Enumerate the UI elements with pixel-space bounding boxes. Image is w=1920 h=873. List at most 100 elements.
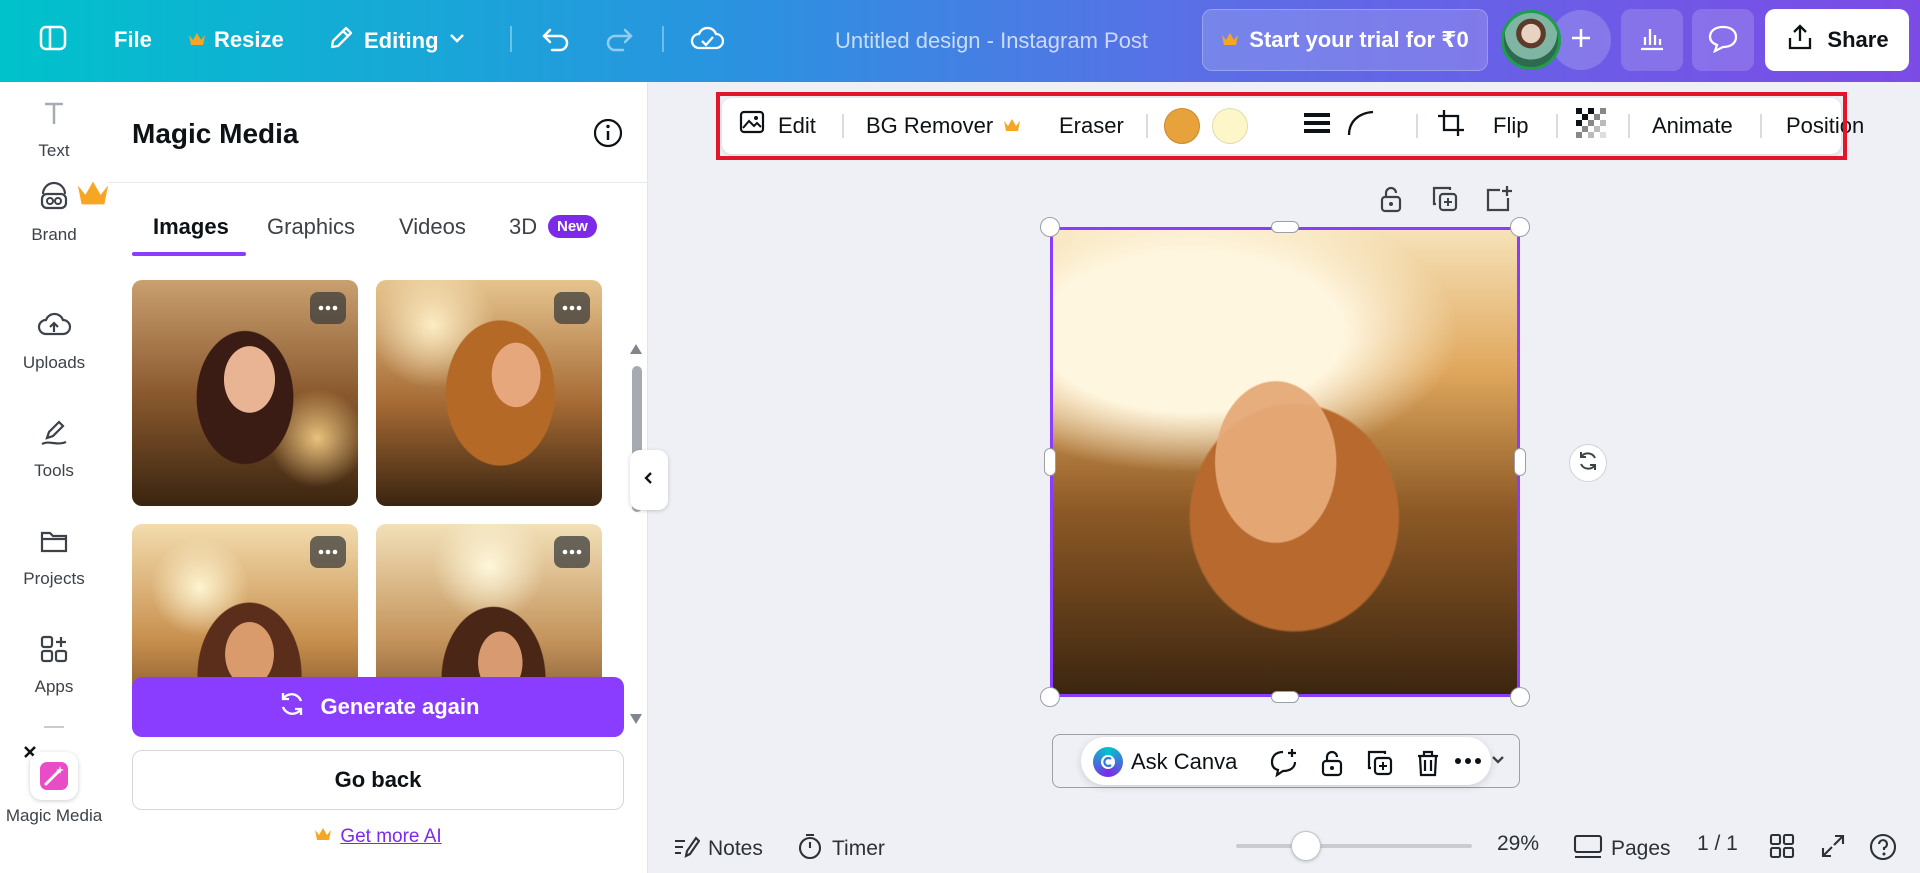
zoom-slider[interactable] [1236, 844, 1472, 848]
bar-chart-icon [1637, 23, 1667, 58]
file-menu-button[interactable]: File [114, 27, 152, 53]
page-counter: 1 / 1 [1697, 832, 1738, 856]
undo-icon[interactable] [540, 24, 572, 54]
notes-icon [672, 832, 701, 866]
divider [44, 726, 64, 728]
chevron-down-icon [447, 28, 467, 54]
zoom-level[interactable]: 29% [1497, 832, 1539, 856]
redo-icon[interactable] [603, 24, 635, 54]
tab-images[interactable]: Images [153, 214, 229, 240]
rail-item-text[interactable]: Text [0, 96, 108, 161]
more-options-icon[interactable] [554, 292, 590, 324]
selected-image-element[interactable] [1050, 227, 1520, 697]
refresh-icon [277, 689, 307, 725]
rotate-icon [1576, 449, 1600, 478]
rail-item-uploads[interactable]: Uploads [0, 308, 108, 373]
pages-icon [1573, 832, 1603, 866]
more-options-icon[interactable] [310, 536, 346, 568]
resize-handle[interactable] [1514, 448, 1526, 476]
resize-handle[interactable] [1044, 448, 1056, 476]
start-trial-button[interactable]: Start your trial for ₹0 [1202, 9, 1488, 71]
comment-icon [1707, 23, 1739, 58]
magic-media-icon [30, 752, 78, 800]
apps-grid-icon [37, 632, 71, 671]
chevron-left-icon [641, 470, 657, 491]
lock-icon[interactable] [1317, 748, 1345, 777]
divider [510, 26, 512, 52]
tab-videos[interactable]: Videos [399, 214, 466, 240]
brand-icon [37, 180, 71, 219]
timer-button[interactable]: Timer [796, 832, 885, 866]
grid-view-icon[interactable] [1768, 832, 1796, 860]
help-icon[interactable] [1868, 832, 1898, 862]
rail-item-magic-media[interactable]: Magic Media [0, 752, 108, 826]
go-back-button[interactable]: Go back [132, 750, 624, 810]
chevron-down-icon[interactable] [1489, 751, 1507, 774]
sidebar-toggle-icon[interactable] [38, 23, 68, 53]
generated-image-2[interactable] [376, 280, 602, 506]
rail-label: Brand [31, 225, 77, 244]
rail-label: Tools [34, 461, 74, 480]
active-tab-indicator [132, 252, 246, 256]
add-comment-icon[interactable] [1269, 748, 1297, 778]
avatar[interactable] [1501, 10, 1561, 70]
notes-button[interactable]: Notes [672, 832, 763, 866]
editing-mode-dropdown[interactable]: Editing [326, 23, 467, 59]
info-icon[interactable] [592, 117, 624, 149]
zoom-slider-thumb[interactable] [1291, 831, 1321, 861]
add-page-icon[interactable] [1484, 184, 1514, 214]
crown-icon [314, 826, 332, 848]
panel-title: Magic Media [132, 118, 299, 149]
share-label: Share [1827, 27, 1889, 52]
rail-label: Magic Media [5, 806, 103, 825]
tab-3d[interactable]: 3D [509, 214, 537, 240]
duplicate-icon[interactable] [1430, 184, 1460, 214]
get-more-ai-link[interactable]: Get more AI [108, 826, 648, 848]
more-options-icon[interactable] [310, 292, 346, 324]
ask-canva-bar: Ask Canva [1081, 737, 1491, 785]
tab-graphics[interactable]: Graphics [267, 214, 355, 240]
rail-item-tools[interactable]: Tools [0, 416, 108, 481]
duplicate-icon[interactable] [1365, 748, 1393, 776]
comments-button[interactable] [1692, 9, 1754, 71]
resize-handle[interactable] [1040, 687, 1060, 707]
more-options-icon[interactable] [1453, 751, 1481, 779]
rotate-handle[interactable] [1569, 444, 1607, 482]
ask-canva-button[interactable]: Ask Canva [1131, 749, 1237, 775]
divider [108, 182, 648, 183]
more-ai-label: Get more AI [340, 826, 442, 847]
ask-canva-logo-icon[interactable] [1093, 747, 1123, 777]
insights-button[interactable] [1621, 9, 1683, 71]
rail-label: Text [38, 141, 70, 160]
fullscreen-icon[interactable] [1819, 832, 1847, 860]
resize-handle[interactable] [1271, 691, 1299, 703]
trash-icon[interactable] [1413, 748, 1441, 777]
resize-handle[interactable] [1510, 217, 1530, 237]
rail-item-projects[interactable]: Projects [0, 524, 108, 589]
new-badge: New [548, 215, 597, 238]
magic-media-panel: Magic Media Images Graphics Videos 3D Ne… [108, 82, 648, 873]
pages-button[interactable]: Pages [1573, 832, 1671, 866]
share-button[interactable]: Share [1765, 9, 1909, 71]
generate-again-button[interactable]: Generate again [132, 677, 624, 737]
resize-handle[interactable] [1271, 221, 1299, 233]
rail-item-apps[interactable]: Apps [0, 632, 108, 697]
cloud-saved-icon[interactable] [690, 24, 724, 54]
pen-tool-icon [37, 416, 71, 455]
more-options-icon[interactable] [554, 536, 590, 568]
resize-handle[interactable] [1040, 217, 1060, 237]
resize-button[interactable]: Resize [188, 27, 284, 53]
zoom-label: 29% [1497, 832, 1540, 855]
collapse-panel-button[interactable] [630, 450, 668, 510]
upload-share-icon [1785, 22, 1815, 58]
generated-image-1[interactable] [132, 280, 358, 506]
resize-label: Resize [214, 27, 284, 52]
resize-handle[interactable] [1510, 687, 1530, 707]
trial-label: Start your trial for ₹0 [1249, 27, 1469, 52]
folder-icon [37, 524, 71, 563]
text-icon [37, 96, 71, 135]
document-title[interactable]: Untitled design - Instagram Post [835, 28, 1148, 54]
editing-label: Editing [364, 28, 439, 53]
rail-item-brand[interactable]: Brand [0, 180, 109, 245]
lock-icon[interactable] [1376, 184, 1406, 214]
